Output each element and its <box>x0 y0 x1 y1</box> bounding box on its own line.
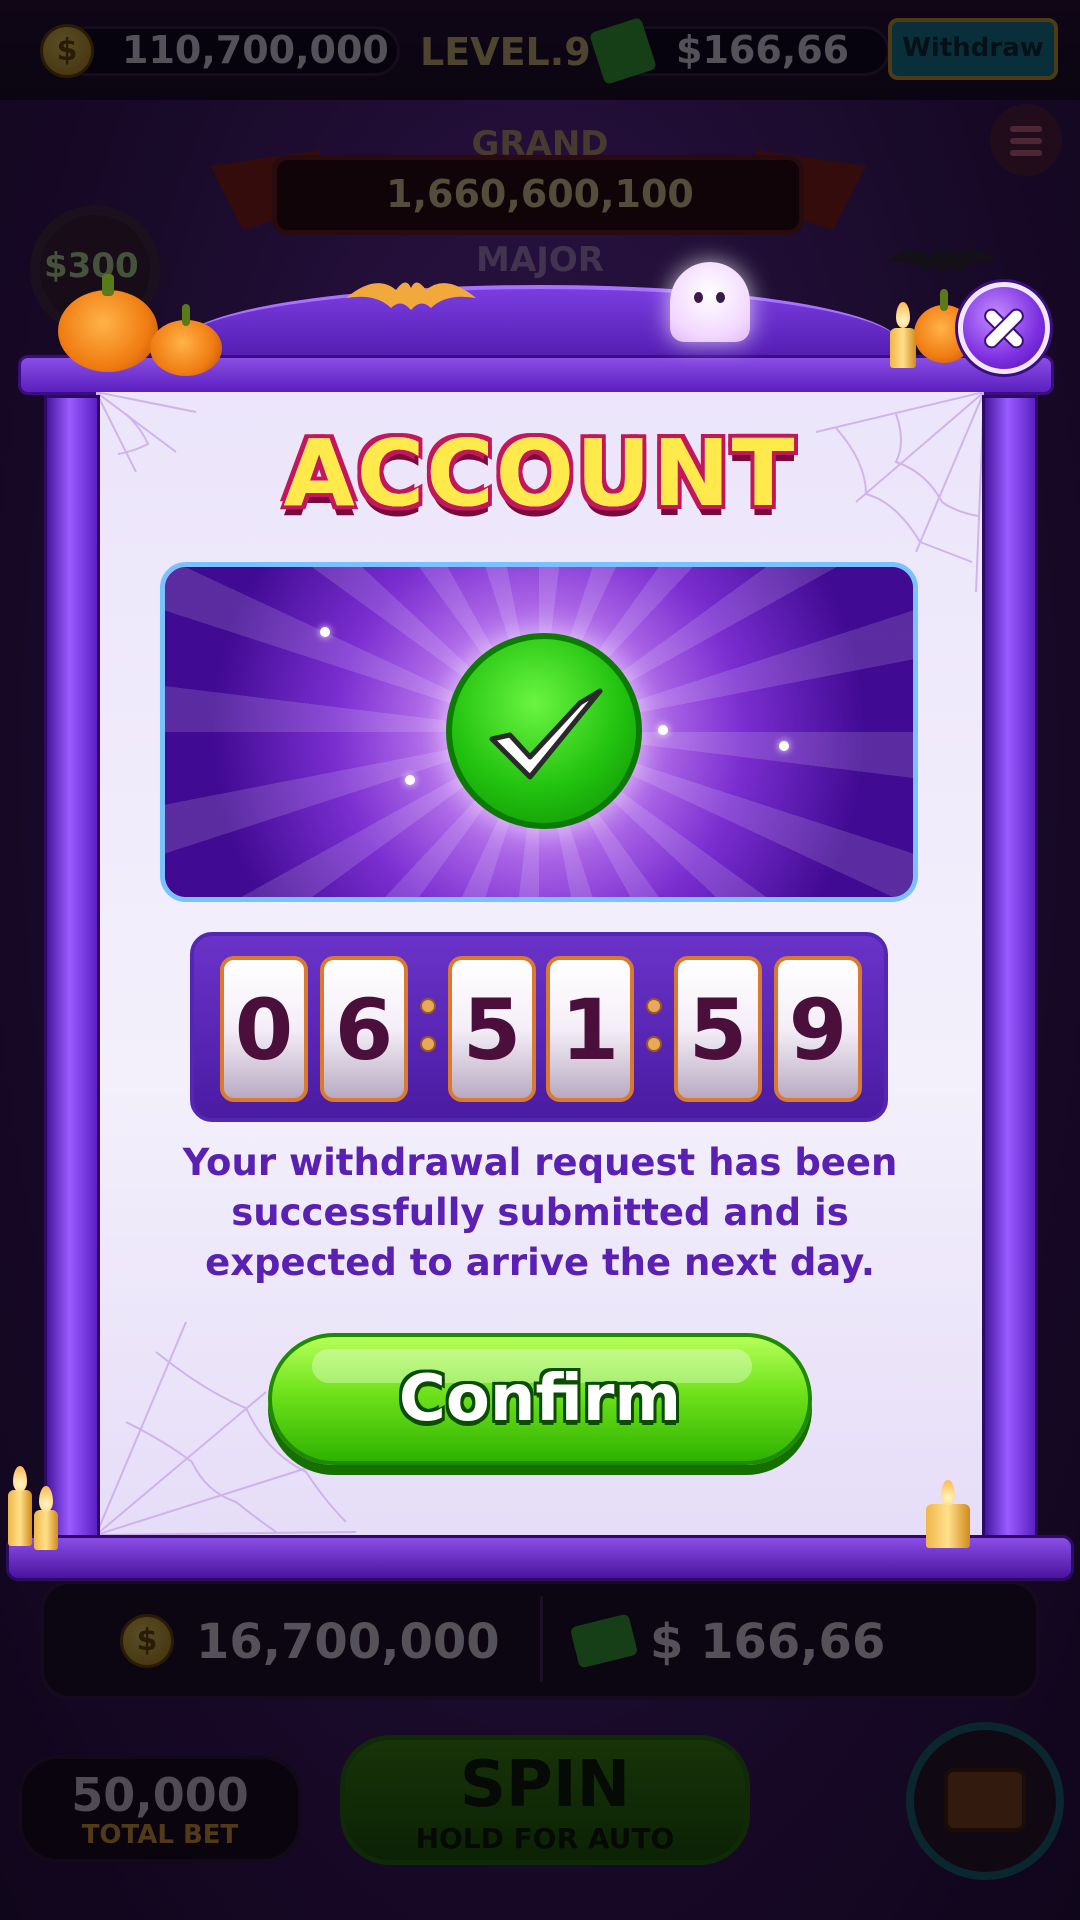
candle-flame-icon <box>39 1486 53 1512</box>
candle-icon <box>926 1504 970 1548</box>
confirm-button[interactable]: Confirm <box>268 1333 812 1465</box>
checkmark-glyph <box>489 688 603 780</box>
pumpkin-icon <box>58 274 158 372</box>
checkmark-icon <box>446 633 642 829</box>
timer-digit-seconds-tens: 5 <box>674 956 762 1102</box>
popup-pillar-right <box>982 395 1038 1545</box>
timer-digit-hours-ones: 6 <box>320 956 408 1102</box>
candle-icon <box>8 1490 32 1546</box>
timer-colon <box>644 998 664 1068</box>
timer-digit-seconds-ones: 9 <box>774 956 862 1102</box>
close-button[interactable] <box>958 282 1050 374</box>
candle-flame-icon <box>896 302 910 328</box>
withdrawal-message: Your withdrawal request has been success… <box>182 1141 898 1284</box>
candle-icon <box>34 1510 58 1550</box>
countdown-timer: 0 6 5 1 5 9 <box>190 932 888 1122</box>
sparkle-icon <box>405 775 415 785</box>
candle-icon <box>890 328 916 368</box>
sparkle-icon <box>779 741 789 751</box>
candle-flame-icon <box>13 1466 27 1492</box>
candle-flame-icon <box>941 1480 955 1506</box>
pumpkin-icon <box>150 304 222 376</box>
confirm-button-label: Confirm <box>398 1362 682 1436</box>
timer-digit-minutes-ones: 1 <box>546 956 634 1102</box>
sparkle-icon <box>320 627 330 637</box>
timer-digit-hours-tens: 0 <box>220 956 308 1102</box>
popup-pillar-left <box>44 395 100 1545</box>
timer-digit-minutes-tens: 5 <box>448 956 536 1102</box>
ghost-icon <box>670 262 750 342</box>
sparkle-icon <box>658 725 668 735</box>
success-illustration <box>160 562 918 902</box>
bat-icon <box>346 282 476 310</box>
popup-bottom-beam <box>6 1535 1074 1581</box>
bat-icon <box>888 248 998 274</box>
popup-title: ACCOUNT <box>283 420 797 527</box>
timer-colon <box>418 998 438 1068</box>
